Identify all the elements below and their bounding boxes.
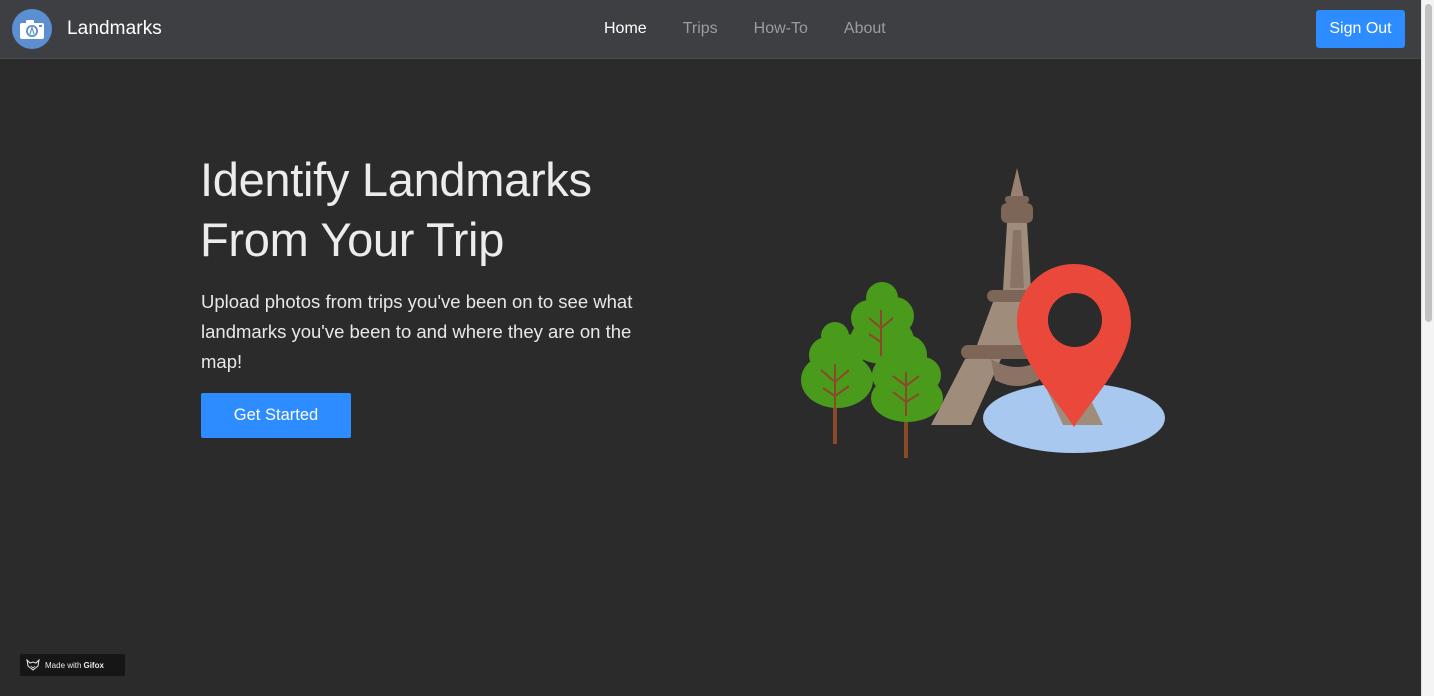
get-started-button[interactable]: Get Started [201,393,351,438]
brand-link[interactable]: Landmarks [12,9,162,49]
main-nav: Home Trips How-To About [586,0,904,58]
eiffel-tower-map-pin-illustration [801,168,1165,458]
nav-how-to[interactable]: How-To [736,20,826,38]
nav-home[interactable]: Home [586,20,665,38]
fox-icon [26,659,40,671]
hero-title-line2: From Your Trip [200,213,505,266]
page-scrollbar[interactable] [1421,0,1434,696]
badge-prefix: Made with [45,660,82,670]
nav-about[interactable]: About [826,20,904,38]
tree-icons [801,282,943,458]
nav-trips[interactable]: Trips [665,20,736,38]
badge-name: Gifox [83,660,104,670]
made-with-gifox-badge: Made with Gifox [20,654,125,676]
hero-title-line1: Identify Landmarks [200,153,592,206]
hero-title: Identify Landmarks From Your Trip [200,150,720,270]
scrollbar-thumb[interactable] [1425,4,1432,322]
brand-name: Landmarks [67,18,162,39]
camera-icon [12,9,52,49]
top-navbar: Landmarks Home Trips How-To About Sign O… [0,0,1421,59]
sign-out-button[interactable]: Sign Out [1316,10,1405,48]
hero-description: Upload photos from trips you've been on … [201,291,633,372]
